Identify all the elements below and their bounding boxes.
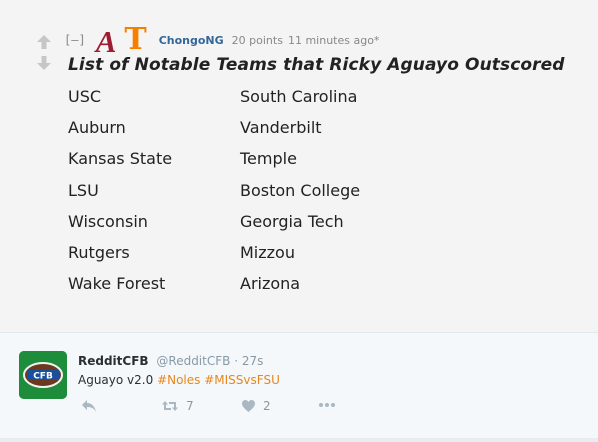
team-right: Mizzou — [240, 242, 295, 262]
team-left: Kansas State — [68, 149, 173, 169]
team-left: Wake Forest — [68, 274, 166, 294]
reply-button[interactable] — [81, 399, 97, 413]
like-button[interactable]: 2 — [241, 399, 271, 413]
team-right: Temple — [240, 149, 297, 169]
more-icon — [319, 403, 335, 407]
collapse-toggle[interactable]: [–] — [64, 33, 86, 47]
alabama-flair-icon: A — [95, 23, 117, 59]
team-right: Vanderbilt — [240, 118, 322, 138]
retweet-icon — [162, 401, 178, 411]
upvote-arrow-icon[interactable] — [36, 34, 52, 50]
team-right: Boston College — [240, 180, 361, 200]
team-left: USC — [68, 87, 102, 106]
divider — [0, 438, 598, 442]
more-button[interactable] — [318, 402, 336, 408]
comment-title: List of Notable Teams that Ricky Aguayo … — [68, 55, 565, 75]
team-left: Auburn — [68, 118, 126, 138]
comment-time: 11 minutes ago* — [287, 33, 380, 47]
team-left: Rutgers — [68, 242, 130, 262]
hashtag-link[interactable]: #Noles — [157, 373, 200, 387]
comment-header: [–] A T ChongoNG 20 points 11 minutes ag… — [64, 22, 380, 59]
tweet-actions: 7 2 — [78, 399, 378, 419]
comment-author[interactable]: ChongoNG — [159, 34, 224, 47]
reddit-comment: [–] A T ChongoNG 20 points 11 minutes ag… — [0, 0, 598, 333]
hashtag-link[interactable]: #MISSvsFSU — [204, 373, 280, 387]
tweet-text-body: Aguayo v2.0 — [78, 373, 154, 387]
avatar-text: CFB — [33, 372, 53, 382]
retweet-count: 7 — [186, 399, 194, 413]
tweet-separator: · — [234, 354, 239, 368]
tweet-text: Aguayo v2.0 #Noles #MISSvsFSU — [78, 373, 280, 387]
heart-icon — [242, 400, 255, 412]
cfb-logo-icon: CFB — [19, 351, 67, 399]
tweet-timestamp[interactable]: 27s — [242, 354, 264, 368]
tweet-header: RedditCFB @RedditCFB · 27s — [78, 354, 263, 368]
tennessee-flair-icon: T — [124, 22, 147, 57]
comment-points: 20 points — [231, 33, 283, 47]
team-right: Arizona — [240, 274, 301, 294]
downvote-arrow-icon[interactable] — [36, 55, 52, 71]
tweet: CFB RedditCFB @RedditCFB · 27s Aguayo v2… — [0, 333, 598, 442]
tweet-author-name[interactable]: RedditCFB — [78, 354, 149, 368]
tweet-author-handle[interactable]: @RedditCFB — [156, 354, 230, 368]
team-right: South Carolina — [240, 87, 358, 106]
team-left: Wisconsin — [68, 211, 148, 231]
avatar[interactable]: CFB — [19, 351, 67, 399]
vote-arrows — [36, 34, 52, 71]
like-count: 2 — [263, 399, 271, 413]
reply-icon — [82, 400, 96, 412]
retweet-button[interactable]: 7 — [161, 399, 194, 413]
team-right: Georgia Tech — [240, 211, 344, 231]
team-left: LSU — [68, 180, 99, 200]
